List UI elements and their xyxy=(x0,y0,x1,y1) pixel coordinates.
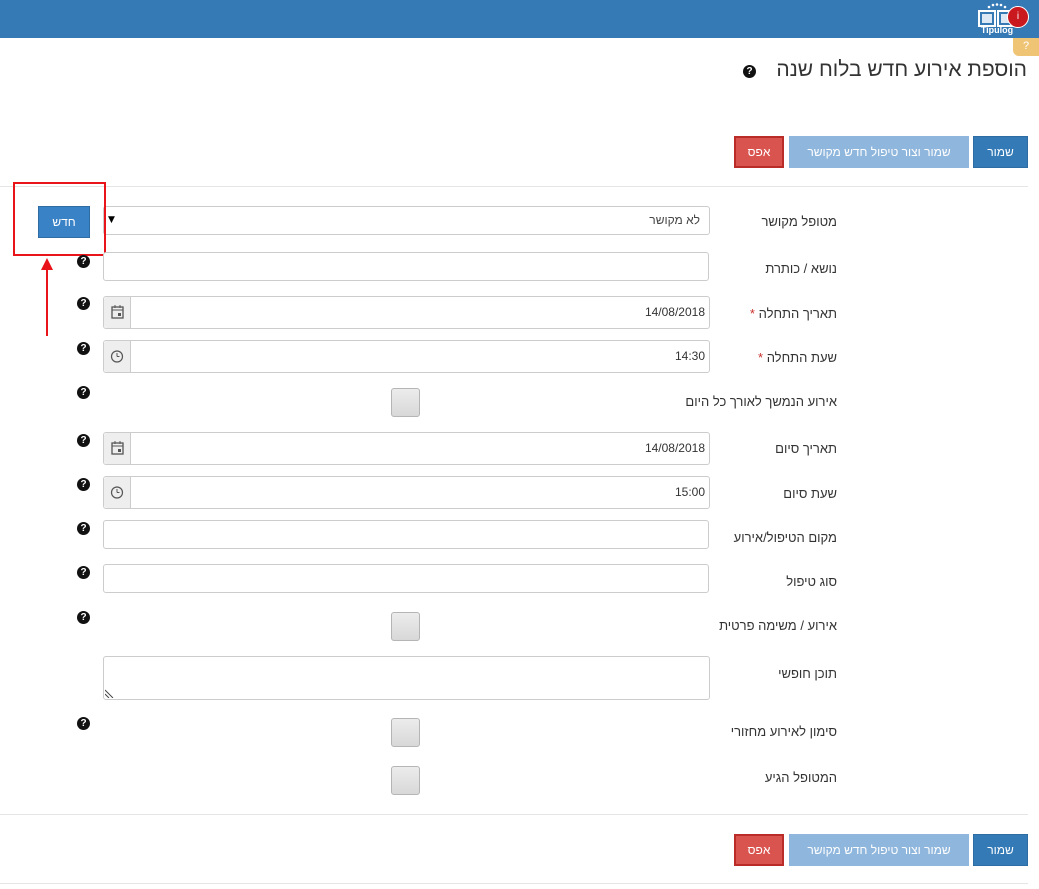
treatment-type-label: סוג טיפול xyxy=(786,574,837,589)
end-time-label: שעת סיום xyxy=(783,486,837,501)
linked-patient-select[interactable]: לא מקושר ▼ xyxy=(103,206,710,235)
question-icon[interactable]: ? xyxy=(77,522,90,535)
free-text-textarea[interactable] xyxy=(103,656,710,700)
divider xyxy=(0,186,1028,187)
question-icon[interactable]: ? xyxy=(77,566,90,579)
save-button[interactable]: שמור xyxy=(973,834,1028,866)
private-task-checkbox[interactable] xyxy=(391,612,420,641)
end-time-field[interactable]: 15:00 xyxy=(103,476,710,509)
question-icon[interactable]: ? xyxy=(77,255,90,268)
logo-text: Tipulog xyxy=(980,25,1014,35)
question-icon[interactable]: ? xyxy=(743,65,756,78)
save-and-create-related-button[interactable]: שמור וצור טיפול חדש מקושר xyxy=(789,136,969,168)
save-and-create-related-button[interactable]: שמור וצור טיפול חדש מקושר xyxy=(789,834,969,866)
tipulog-logo[interactable]: Tipulog i xyxy=(977,1,1029,37)
question-icon[interactable]: ? xyxy=(77,342,90,355)
resize-grip-icon[interactable] xyxy=(105,689,114,698)
annotation-highlight-box xyxy=(13,182,106,256)
linked-patient-value: לא מקושר xyxy=(649,213,700,227)
calendar-icon[interactable] xyxy=(104,433,131,464)
notification-badge[interactable]: i xyxy=(1007,6,1029,28)
patient-arrived-label: המטופל הגיע xyxy=(764,770,837,785)
start-date-value: 14/08/2018 xyxy=(644,305,705,319)
location-label: מקום הטיפול/אירוע xyxy=(733,530,837,545)
all-day-checkbox[interactable] xyxy=(391,388,420,417)
caret-down-icon: ▼ xyxy=(108,215,115,225)
help-tab[interactable]: ? xyxy=(1013,38,1039,56)
start-date-field[interactable]: 14/08/2018 xyxy=(103,296,710,329)
top-bar: Tipulog i xyxy=(0,0,1039,38)
question-icon[interactable]: ? xyxy=(77,717,90,730)
linked-patient-label: מטופל מקושר xyxy=(761,214,837,229)
recurring-checkbox[interactable] xyxy=(391,718,420,747)
end-date-label: תאריך סיום xyxy=(775,441,837,456)
start-date-label: תאריך התחלה * xyxy=(749,306,837,321)
location-input[interactable] xyxy=(103,520,709,549)
end-date-value: 14/08/2018 xyxy=(644,441,705,455)
recurring-label: סימון לאירוע מחזורי xyxy=(730,724,837,739)
divider xyxy=(0,883,1028,884)
start-time-field[interactable]: 14:30 xyxy=(103,340,710,373)
question-icon[interactable]: ? xyxy=(77,386,90,399)
reset-button[interactable]: אפס xyxy=(734,136,784,168)
question-icon[interactable]: ? xyxy=(77,434,90,447)
free-text-label: תוכן חופשי xyxy=(778,666,837,681)
subject-input[interactable] xyxy=(103,252,709,281)
annotation-arrow-icon xyxy=(41,258,53,336)
reset-button[interactable]: אפס xyxy=(734,834,784,866)
start-time-label: שעת התחלה * xyxy=(758,350,837,365)
clock-icon[interactable] xyxy=(104,477,131,508)
end-time-value: 15:00 xyxy=(674,485,705,499)
private-task-label: אירוע / משימה פרטית xyxy=(719,618,837,633)
question-icon[interactable]: ? xyxy=(77,297,90,310)
all-day-label: אירוע הנמשך לאורך כל היום xyxy=(685,394,837,409)
patient-arrived-checkbox[interactable] xyxy=(391,766,420,795)
question-icon[interactable]: ? xyxy=(77,478,90,491)
save-button[interactable]: שמור xyxy=(973,136,1028,168)
end-date-field[interactable]: 14/08/2018 xyxy=(103,432,710,465)
start-time-value: 14:30 xyxy=(674,349,705,363)
treatment-type-input[interactable] xyxy=(103,564,709,593)
question-icon[interactable]: ? xyxy=(77,611,90,624)
clock-icon[interactable] xyxy=(104,341,131,372)
page-title: הוספת אירוע חדש בלוח שנה xyxy=(776,58,1027,81)
divider xyxy=(0,814,1028,815)
calendar-icon[interactable] xyxy=(104,297,131,328)
subject-label: נושא / כותרת xyxy=(765,261,837,276)
